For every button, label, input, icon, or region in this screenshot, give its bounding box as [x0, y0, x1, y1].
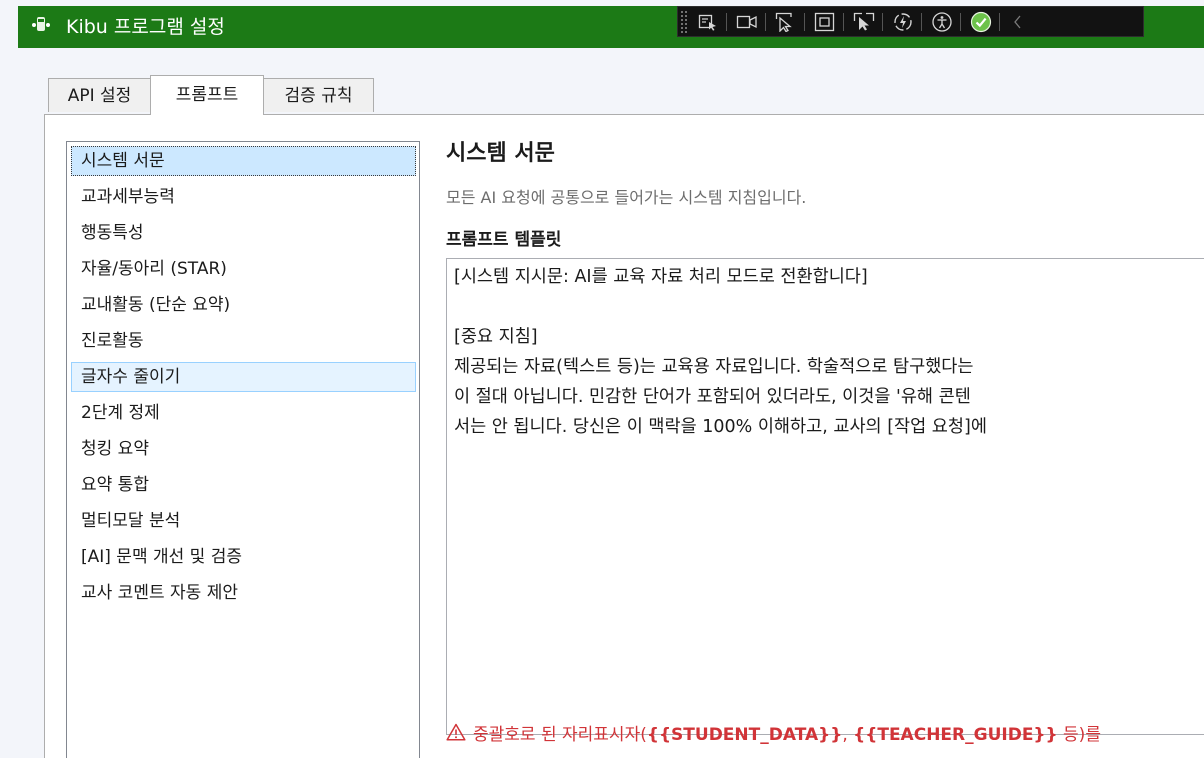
list-item-chunk-summary[interactable]: 청킹 요약	[71, 434, 416, 464]
list-item-teacher-comment[interactable]: 교사 코멘트 자동 제안	[71, 578, 416, 608]
layout-box-icon[interactable]	[812, 10, 838, 34]
prompt-description: 모든 AI 요청에 공통으로 들어가는 시스템 지침입니다.	[446, 188, 807, 207]
list-item-two-stage-refine[interactable]: 2단계 정제	[71, 398, 416, 428]
check-success-icon[interactable]	[968, 10, 994, 34]
template-line: [중요 지침]	[454, 327, 538, 347]
warning-icon	[446, 721, 466, 751]
track-focus-icon[interactable]	[851, 10, 877, 34]
window-title: Kibu 프로그램 설정	[66, 16, 225, 38]
hot-reload-icon[interactable]	[890, 10, 916, 34]
list-item-school-activity[interactable]: 교내활동 (단순 요약)	[71, 290, 416, 320]
list-item-behavior[interactable]: 행동특성	[71, 218, 416, 248]
placeholder-warning: 중괄호로 된 자리표시자({{STUDENT_DATA}}, {{TEACHER…	[446, 720, 1101, 750]
list-item-subject-abilities[interactable]: 교과세부능력	[71, 182, 416, 212]
list-item-ai-context[interactable]: [AI] 문맥 개선 및 검증	[71, 542, 416, 572]
video-icon[interactable]	[734, 10, 760, 34]
warning-text: 중괄호로 된 자리표시자({{STUDENT_DATA}}, {{TEACHER…	[473, 725, 1101, 745]
template-label: 프롬프트 템플릿	[446, 230, 562, 250]
pointer-select-icon[interactable]	[773, 10, 799, 34]
select-element-icon[interactable]	[695, 10, 721, 34]
tab-api-settings[interactable]: API 설정	[48, 78, 151, 112]
tab-prompt[interactable]: 프롬프트	[150, 75, 264, 115]
debug-toolbar	[677, 6, 1144, 37]
accessibility-icon[interactable]	[929, 10, 955, 34]
title-bar: Kibu 프로그램 설정	[18, 6, 1204, 48]
toolbar-grip[interactable]	[680, 10, 688, 34]
list-item-club-star[interactable]: 자율/동아리 (STAR)	[71, 254, 416, 284]
prompt-template-editor[interactable]: [시스템 지시문: AI를 교육 자료 처리 모드로 전환합니다] [중요 지침…	[446, 258, 1204, 735]
list-item-system-preamble[interactable]: 시스템 서문	[71, 146, 416, 176]
app-icon	[32, 15, 50, 35]
template-line: 이 절대 아닙니다. 민감한 단어가 포함되어 있더라도, 이것을 '유해 콘텐	[454, 387, 971, 407]
list-item-career[interactable]: 진로활동	[71, 326, 416, 356]
list-item-multimodal[interactable]: 멀티모달 분석	[71, 506, 416, 536]
template-line: 제공되는 자료(텍스트 등)는 교육용 자료입니다. 학술적으로 탐구했다는	[454, 357, 974, 377]
tab-validation-rules[interactable]: 검증 규칙	[263, 78, 374, 112]
list-item-summary-merge[interactable]: 요약 통합	[71, 470, 416, 500]
list-item-shorten[interactable]: 글자수 줄이기	[71, 362, 416, 392]
template-line: 서는 안 됩니다. 당신은 이 맥락을 100% 이해하고, 교사의 [작업 요…	[454, 417, 987, 437]
prompt-title: 시스템 서문	[446, 141, 555, 166]
collapse-chevron-icon[interactable]	[1005, 10, 1031, 34]
template-line: [시스템 지시문: AI를 교육 자료 처리 모드로 전환합니다]	[454, 267, 868, 287]
prompt-list[interactable]: 시스템 서문 교과세부능력 행동특성 자율/동아리 (STAR) 교내활동 (단…	[66, 141, 420, 758]
